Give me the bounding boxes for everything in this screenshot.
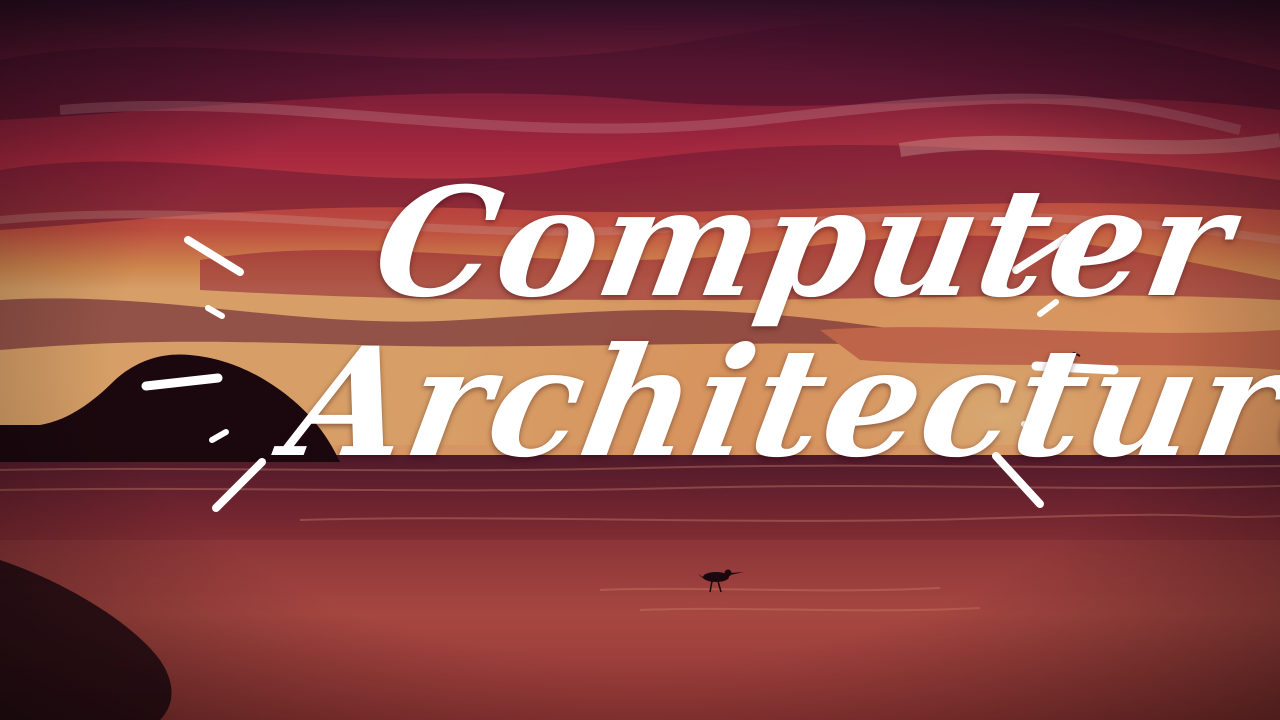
- title-line-computer: Computer: [362, 155, 1246, 331]
- title-line-architecture: Architecture: [276, 315, 1280, 491]
- sunset-beach-background: Computer Architecture: [0, 0, 1280, 720]
- title-block: Computer Architecture: [0, 0, 1280, 720]
